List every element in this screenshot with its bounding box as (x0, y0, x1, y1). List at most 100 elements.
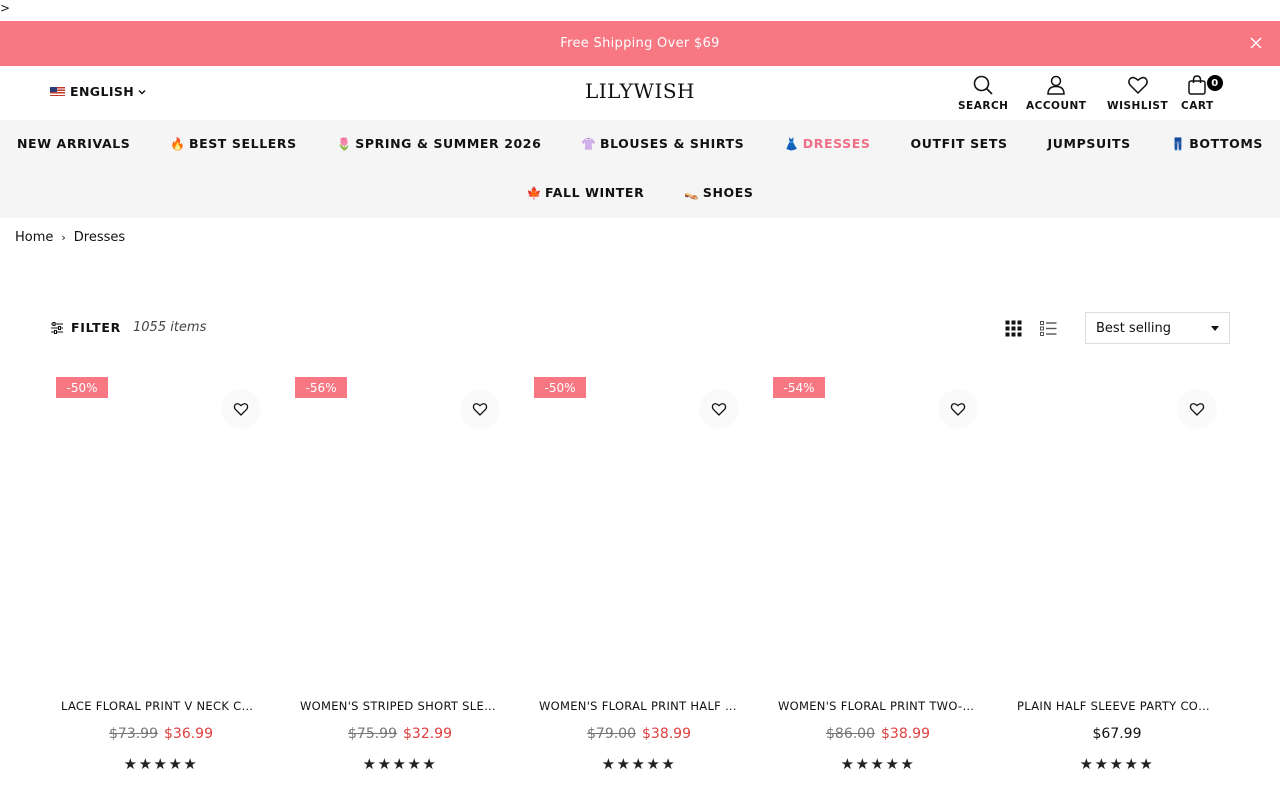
filter-button[interactable]: FILTER (50, 320, 121, 335)
compare-price: $73.99 (109, 726, 158, 742)
discount-badge: -56% (295, 377, 347, 398)
nav-item-shoes[interactable]: 👡 SHOES (664, 185, 773, 200)
sale-price: $38.99 (881, 726, 930, 742)
rating-stars: ★★★★★ (601, 755, 677, 773)
filter-label: FILTER (71, 320, 121, 335)
product-price: $79.00 $38.99 (534, 726, 744, 742)
breadcrumb: Home › Dresses (15, 230, 125, 245)
site-header: ENGLISH LILYWISH SEARCH ACCOUNT WISHLIST… (0, 66, 1280, 120)
product-grid: -50% LACE FLORAL PRINT V NECK CASUAL DRE… (56, 377, 1236, 800)
grid-view-icon[interactable] (1005, 320, 1022, 337)
breadcrumb-current: Dresses (73, 230, 126, 245)
product-name[interactable]: WOMEN'S STRIPED SHORT SLEEVE DRESS (300, 699, 500, 713)
wishlist-toggle[interactable] (938, 389, 978, 429)
account-button[interactable]: ACCOUNT (1026, 74, 1086, 112)
nav-label: BEST SELLERS (188, 136, 297, 151)
product-card[interactable]: -50% LACE FLORAL PRINT V NECK CASUAL DRE… (56, 377, 266, 800)
nav-label: SPRING & SUMMER 2026 (355, 136, 542, 151)
nav-label: OUTFIT SETS (910, 136, 1008, 151)
heart-icon (1127, 76, 1148, 95)
heart-icon (950, 403, 966, 416)
dress-icon: 👗 (784, 136, 800, 151)
nav-row-2: 🍁 FALL WINTER 👡 SHOES (0, 185, 1280, 200)
heart-icon (233, 403, 249, 416)
fire-icon: 🔥 (170, 136, 186, 151)
search-label: SEARCH (958, 100, 1009, 112)
wishlist-toggle[interactable] (699, 389, 739, 429)
product-price: $75.99 $32.99 (295, 726, 505, 742)
list-view-icon[interactable] (1040, 320, 1057, 337)
wishlist-toggle[interactable] (1177, 389, 1217, 429)
rating-stars: ★★★★★ (840, 755, 916, 773)
main-navigation: NEW ARRIVALS 🔥 BEST SELLERS 🌷 SPRING & SUM… (0, 120, 1280, 218)
nav-label: FALL WINTER (545, 185, 645, 200)
wishlist-label: WISHLIST (1107, 100, 1169, 112)
nav-label: BOTTOMS (1189, 136, 1263, 151)
breadcrumb-home[interactable]: Home (15, 230, 53, 245)
sale-price: $32.99 (403, 726, 452, 742)
nav-row-1: NEW ARRIVALS 🔥 BEST SELLERS 🌷 SPRING & SUM… (0, 136, 1280, 151)
product-price: $73.99 $36.99 (56, 726, 266, 742)
product-name[interactable]: LACE FLORAL PRINT V NECK CASUAL DRESS (61, 699, 261, 713)
heart-icon (711, 403, 727, 416)
user-icon (1047, 75, 1065, 95)
nav-label: NEW ARRIVALS (17, 136, 131, 151)
wishlist-button[interactable]: WISHLIST (1107, 74, 1168, 112)
discount-badge: -54% (773, 377, 825, 398)
compare-price: $75.99 (348, 726, 397, 742)
nav-item-dresses[interactable]: 👗 DRESSES (764, 136, 890, 151)
site-logo[interactable]: LILYWISH (0, 79, 1280, 103)
sandal-icon: 👡 (684, 185, 700, 200)
wishlist-toggle[interactable] (221, 389, 261, 429)
nav-item-outfit-sets[interactable]: OUTFIT SETS (891, 136, 1028, 151)
product-name[interactable]: WOMEN'S FLORAL PRINT HALF SLEEVE DRESS (539, 699, 739, 713)
compare-price: $79.00 (587, 726, 636, 742)
blouse-icon: 👚 (581, 136, 597, 151)
nav-item-new-arrivals[interactable]: NEW ARRIVALS (0, 136, 150, 151)
caret-down-icon (1211, 326, 1219, 331)
nav-label: SHOES (702, 185, 754, 200)
announcement-text: Free Shipping Over $69 (560, 36, 720, 51)
heart-icon (1189, 403, 1205, 416)
product-name[interactable]: PLAIN HALF SLEEVE PARTY COMFY DRESS (1017, 699, 1217, 713)
cart-label: CART (1181, 100, 1214, 112)
rating-stars: ★★★★★ (362, 755, 438, 773)
maple-leaf-icon: 🍁 (526, 185, 543, 200)
sort-value: Best selling (1096, 320, 1172, 336)
item-count: 1055 items (133, 320, 207, 335)
shopping-bag-icon (1188, 75, 1207, 95)
search-button[interactable]: SEARCH (958, 74, 1008, 112)
nav-label: DRESSES (802, 136, 871, 151)
tulip-icon: 🌷 (336, 136, 353, 151)
heart-icon (472, 403, 488, 416)
nav-item-jumpsuits[interactable]: JUMPSUITS (1028, 136, 1151, 151)
nav-item-bottoms[interactable]: 👖 BOTTOMS (1151, 136, 1280, 151)
discount-badge: -50% (534, 377, 586, 398)
sale-price: $38.99 (642, 726, 691, 742)
stray-character: > (0, 1, 11, 15)
product-card[interactable]: -50% WOMEN'S FLORAL PRINT HALF SLEEVE DR… (534, 377, 744, 800)
product-price: $67.99 (1012, 726, 1222, 742)
product-card[interactable]: -56% WOMEN'S STRIPED SHORT SLEEVE DRESS … (295, 377, 505, 800)
sliders-icon (51, 321, 63, 334)
wishlist-toggle[interactable] (460, 389, 500, 429)
nav-item-spring-summer[interactable]: 🌷 SPRING & SUMMER 2026 (317, 136, 562, 151)
cart-button[interactable]: CART 0 (1181, 74, 1223, 112)
nav-label: BLOUSES & SHIRTS (599, 136, 745, 151)
nav-item-fall-winter[interactable]: 🍁 FALL WINTER (507, 185, 665, 200)
product-card[interactable]: -54% WOMEN'S FLORAL PRINT TWO-PIECE DRES… (773, 377, 983, 800)
nav-item-best-sellers[interactable]: 🔥 BEST SELLERS (150, 136, 316, 151)
close-icon[interactable] (1248, 35, 1264, 51)
sort-select[interactable]: Best selling (1085, 312, 1230, 344)
sale-price: $36.99 (164, 726, 213, 742)
nav-item-blouses-shirts[interactable]: 👚 BLOUSES & SHIRTS (561, 136, 764, 151)
announcement-bar: Free Shipping Over $69 (0, 21, 1280, 66)
breadcrumb-separator: › (61, 231, 66, 244)
product-card[interactable]: PLAIN HALF SLEEVE PARTY COMFY DRESS $67.… (1012, 377, 1222, 800)
product-name[interactable]: WOMEN'S FLORAL PRINT TWO-PIECE DRESS (778, 699, 978, 713)
cart-count-badge: 0 (1207, 75, 1223, 91)
compare-price: $86.00 (826, 726, 875, 742)
account-label: ACCOUNT (1026, 100, 1087, 112)
jeans-icon: 👖 (1170, 136, 1187, 151)
regular-price: $67.99 (1092, 726, 1142, 742)
